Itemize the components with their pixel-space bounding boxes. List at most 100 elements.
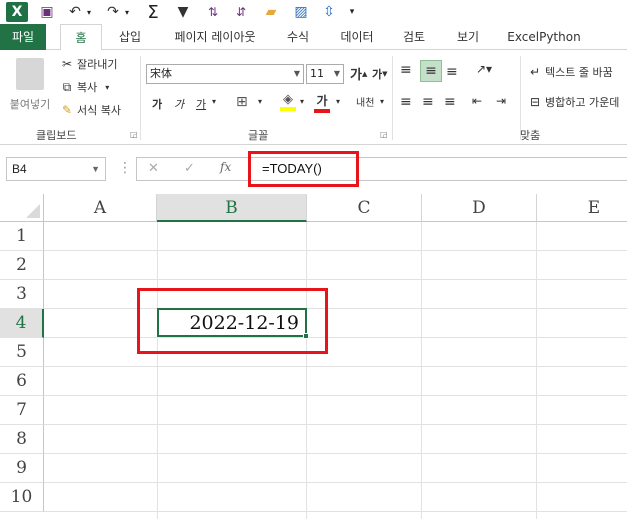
- tab-insert[interactable]: 삽입: [108, 24, 152, 50]
- row-header-1[interactable]: 1: [0, 222, 44, 251]
- cell-highlight-box: [137, 288, 328, 354]
- font-size-value: 11: [310, 67, 324, 80]
- cut-label: 잘라내기: [77, 58, 118, 71]
- font-color-button[interactable]: 가: [314, 92, 330, 113]
- border-icon[interactable]: ⊞: [236, 94, 248, 110]
- column-header-c[interactable]: C: [307, 194, 422, 222]
- sort-asc-icon[interactable]: ⇅: [204, 2, 222, 22]
- ribbon-tabs: 파일 홈 삽입 페이지 레이아웃 수식 데이터 검토 보기 ExcelPytho…: [0, 24, 627, 51]
- shrink-font-button[interactable]: 가 ▼: [372, 66, 388, 82]
- column-header-b[interactable]: B: [157, 194, 307, 222]
- tab-excelpython[interactable]: ExcelPython: [502, 24, 586, 50]
- row-header-3[interactable]: 3: [0, 280, 44, 309]
- format-painter-button[interactable]: ✎ 서식 복사: [60, 102, 121, 118]
- phonetic-dropdown-icon[interactable]: ▾: [380, 97, 384, 106]
- chevron-down-icon: ▼: [293, 69, 300, 78]
- row-header-8[interactable]: 8: [0, 425, 44, 454]
- increase-indent-icon[interactable]: ⇥: [496, 94, 506, 108]
- undo-dropdown-icon[interactable]: ▾: [84, 2, 94, 22]
- align-bottom-icon[interactable]: ≡: [446, 64, 458, 80]
- align-center-icon[interactable]: ≡: [422, 94, 434, 110]
- formula-input-area[interactable]: [136, 157, 627, 181]
- alignment-group-label: 맞춤: [520, 129, 541, 142]
- save-icon[interactable]: ▣: [38, 2, 56, 22]
- column-header-e[interactable]: E: [537, 194, 627, 222]
- name-box[interactable]: B4 ▼: [6, 157, 106, 181]
- orientation-icon[interactable]: ↗▾: [476, 62, 492, 76]
- tab-review[interactable]: 검토: [394, 24, 434, 50]
- font-launcher-icon[interactable]: ◲: [380, 130, 388, 139]
- grid-line: [306, 222, 307, 519]
- copy-label: 복사: [77, 81, 98, 94]
- folder-icon[interactable]: ▰: [262, 2, 280, 22]
- fill-dropdown-icon[interactable]: ▾: [300, 97, 304, 106]
- font-color-dropdown-icon[interactable]: ▾: [336, 97, 340, 106]
- tab-page-layout[interactable]: 페이지 레이아웃: [160, 24, 270, 50]
- column-header-d[interactable]: D: [422, 194, 537, 222]
- font-size-select[interactable]: 11 ▼: [306, 64, 344, 84]
- undo-icon[interactable]: ↶: [66, 2, 84, 22]
- row-header-7[interactable]: 7: [0, 396, 44, 425]
- tab-home[interactable]: 홈: [60, 24, 102, 51]
- grid-line: [44, 308, 627, 309]
- quick-access-toolbar: X ▣ ↶ ▾ ↷ ▾ Σ ▼ ⇅ ⇵ ▰ ▨ ⇳ ▾: [0, 0, 627, 24]
- chevron-down-icon: ▼: [333, 69, 340, 78]
- redo-dropdown-icon[interactable]: ▾: [122, 2, 132, 22]
- customize-icon[interactable]: ▾: [346, 2, 358, 22]
- merge-center-button[interactable]: ⊟ 병합하고 가운데: [528, 94, 619, 110]
- border-dropdown-icon[interactable]: ▾: [258, 97, 262, 106]
- align-left-icon[interactable]: ≡: [400, 94, 412, 110]
- decrease-indent-icon[interactable]: ⇤: [472, 94, 482, 108]
- copy-icon: ⧉: [62, 80, 72, 94]
- paste-icon: [16, 58, 44, 90]
- bold-button[interactable]: 가: [152, 96, 162, 112]
- cut-button[interactable]: ✂ 잘라내기: [60, 56, 118, 72]
- filter-icon[interactable]: ▼: [174, 2, 192, 22]
- group-separator: [392, 56, 393, 140]
- picture-icon[interactable]: ▨: [292, 2, 310, 22]
- font-name-select[interactable]: 宋体 ▼: [146, 64, 304, 84]
- autosum-icon[interactable]: Σ: [144, 2, 162, 23]
- row-header-5[interactable]: 5: [0, 338, 44, 367]
- tab-formulas[interactable]: 수식: [278, 24, 318, 50]
- tab-data[interactable]: 데이터: [332, 24, 382, 50]
- row-header-2[interactable]: 2: [0, 251, 44, 280]
- clipboard-group-label: 클립보드: [36, 129, 77, 142]
- align-right-icon[interactable]: ≡: [444, 94, 456, 110]
- italic-button[interactable]: 가: [174, 96, 184, 112]
- redo-icon[interactable]: ↷: [104, 2, 122, 22]
- grid-line: [157, 222, 158, 519]
- row-header-4[interactable]: 4: [0, 309, 44, 338]
- grid-line: [44, 424, 627, 425]
- sort-box-icon[interactable]: ⇳: [320, 2, 338, 22]
- sort-desc-icon[interactable]: ⇵: [232, 2, 250, 22]
- clipboard-launcher-icon[interactable]: ◲: [130, 130, 138, 139]
- insert-function-icon[interactable]: fx: [220, 160, 231, 174]
- excel-logo-icon: X: [6, 2, 28, 22]
- align-middle-icon[interactable]: ≡: [420, 60, 442, 82]
- align-top-icon[interactable]: ≡: [400, 62, 412, 78]
- enter-icon[interactable]: ✓: [184, 161, 195, 176]
- font-name-value: 宋体: [150, 67, 172, 80]
- grow-font-button[interactable]: 가 ▲: [350, 64, 367, 83]
- row-header-9[interactable]: 9: [0, 454, 44, 483]
- phonetic-button[interactable]: 내천: [356, 94, 374, 109]
- underline-button[interactable]: 가: [196, 96, 206, 112]
- cancel-icon[interactable]: ✕: [148, 161, 159, 176]
- paint-bucket-icon: ◈: [283, 92, 293, 107]
- select-all-corner[interactable]: [0, 194, 44, 222]
- copy-button[interactable]: ⧉ 복사 ▾: [60, 79, 110, 95]
- row-header-10[interactable]: 10: [0, 483, 44, 512]
- column-header-a[interactable]: A: [44, 194, 157, 222]
- merge-icon: ⊟: [529, 95, 541, 109]
- tab-file[interactable]: 파일: [0, 24, 46, 50]
- tab-view[interactable]: 보기: [448, 24, 488, 50]
- wrap-text-button[interactable]: ↵ 텍스트 줄 바꿈: [528, 64, 613, 80]
- shrink-font-label: 가: [372, 68, 383, 81]
- chevron-down-icon[interactable]: ▼: [91, 158, 100, 180]
- fill-color-button[interactable]: ◈: [280, 92, 296, 111]
- copy-dropdown-icon[interactable]: ▾: [105, 83, 109, 92]
- row-header-6[interactable]: 6: [0, 367, 44, 396]
- paste-button[interactable]: 붙여넣기: [8, 56, 52, 126]
- underline-dropdown-icon[interactable]: ▾: [212, 97, 216, 106]
